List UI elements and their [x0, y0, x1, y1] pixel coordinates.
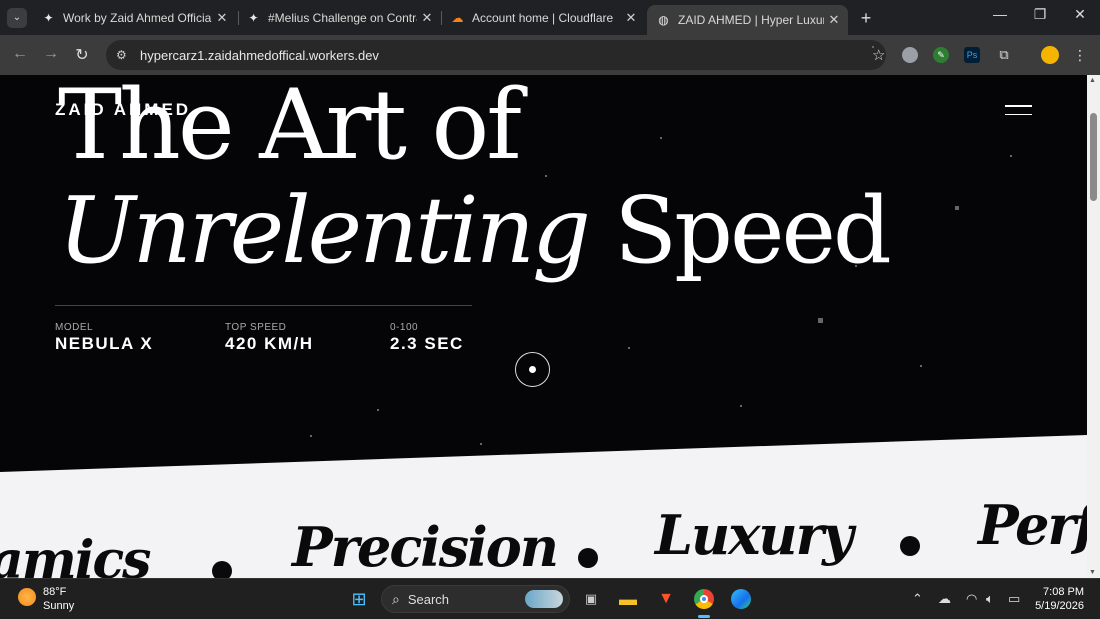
profile-avatar[interactable] [1041, 46, 1059, 64]
forward-arrow-icon[interactable]: → [41, 45, 61, 63]
system-clock[interactable]: 7:08 PM 5/19/2026 [1032, 585, 1084, 613]
weather-desc: Sunny [43, 600, 75, 612]
globe-icon: ◍ [658, 13, 669, 27]
diamond-star-icon: ✦ [43, 10, 54, 25]
marquee-word: amics [0, 530, 151, 578]
close-window-icon[interactable]: ✕ [1068, 6, 1092, 23]
close-icon[interactable]: ✕ [212, 10, 232, 26]
page-scrollbar[interactable]: ▲ ▼ [1087, 75, 1100, 578]
tab-zaid-ahmed-active[interactable]: ◍ ZAID AHMED | Hyper Luxury Au ✕ [647, 5, 848, 35]
minimize-icon[interactable]: — [988, 6, 1012, 22]
tab-title: Work by Zaid Ahmed Official [63, 10, 212, 25]
sun-icon[interactable] [18, 588, 36, 606]
marquee-word: Perf [978, 493, 1087, 557]
tab-melius-challenge[interactable]: ✦ #Melius Challenge on Contra ✕ [237, 4, 441, 31]
file-explorer-icon[interactable]: ▬ [616, 587, 640, 611]
tab-work-by-zaid[interactable]: ✦ Work by Zaid Ahmed Official ✕ [32, 4, 236, 31]
edge-icon[interactable] [729, 587, 753, 611]
back-arrow-icon[interactable]: ← [10, 45, 30, 63]
close-icon[interactable]: ✕ [621, 10, 641, 26]
tray-chevron-up-icon[interactable]: ⌃ [912, 591, 923, 607]
more-menu-icon[interactable]: ⋮ [1072, 47, 1088, 63]
extension-photoshop-icon[interactable]: Ps [964, 47, 980, 63]
scroll-thumb[interactable] [1090, 113, 1097, 201]
tab-title: #Melius Challenge on Contra [268, 10, 417, 25]
tab-search-chevron-icon[interactable]: ⌄ [7, 7, 27, 28]
chrome-icon[interactable] [692, 587, 716, 611]
extension-globe-icon[interactable] [902, 47, 918, 63]
marquee-word: Precision [292, 515, 559, 578]
spec-value: 2.3 SEC [390, 334, 464, 353]
bookmark-star-icon[interactable]: ☆ [872, 46, 885, 64]
divider [55, 305, 472, 306]
volume-icon[interactable]: 🔈︎ [986, 591, 994, 607]
spec-acceleration: 0-100 2.3 SEC [390, 322, 464, 354]
custom-cursor [515, 352, 550, 387]
windows-taskbar: 88°F Sunny ⊞ ⌕ Search ▣ ▬ ▼ ⌃ ☁ ◠ 🔈︎ ▭ 7… [0, 578, 1100, 619]
tab-title: Account home | Cloudflare [472, 10, 614, 25]
clock-time: 7:08 PM [1043, 586, 1084, 598]
spec-value: 420 KM/H [225, 334, 314, 353]
weather-temp: 88°F [43, 586, 67, 598]
browser-toolbar: ← → ↻ ⚙ hypercarz1.zaidahmedoffical.work… [0, 35, 1100, 75]
site-logo[interactable]: ZAID AHMED [55, 100, 191, 120]
tab-title: ZAID AHMED | Hyper Luxury Au [678, 13, 824, 27]
site-settings-icon[interactable]: ⚙ [116, 48, 130, 62]
brave-browser-icon[interactable]: ▼ [654, 587, 678, 611]
spec-top-speed: TOP SPEED 420 KM/H [225, 322, 314, 354]
spec-label: 0-100 [390, 322, 419, 333]
weather-widget[interactable]: 88°F Sunny [43, 585, 74, 613]
marquee-bullet [578, 548, 598, 568]
extension-translate-icon[interactable]: ✎ [933, 47, 949, 63]
extensions-puzzle-icon[interactable]: ⧉ [996, 47, 1012, 63]
task-view-icon[interactable]: ▣ [579, 587, 603, 611]
wifi-icon[interactable]: ◠ [966, 591, 977, 607]
battery-icon[interactable]: ▭ [1008, 591, 1020, 607]
spec-value: NEBULA X [55, 334, 154, 353]
search-label: Search [407, 591, 450, 607]
cloudflare-icon: ☁ [451, 10, 464, 25]
scroll-up-icon[interactable]: ▲ [1089, 77, 1096, 84]
url-text[interactable]: hypercarz1.zaidahmedoffical.workers.dev [140, 48, 379, 63]
search-icon: ⌕ [392, 590, 400, 607]
close-icon[interactable]: ✕ [824, 12, 844, 28]
hero-title-line1: The Art of [58, 75, 522, 181]
spec-model: MODEL NEBULA X [55, 322, 153, 354]
page-viewport: The Art of Unrelenting Speed ZAID AHMED … [0, 75, 1087, 578]
address-bar[interactable]: ⚙ hypercarz1.zaidahmedoffical.workers.de… [106, 40, 886, 70]
hero-title-line2: Unrelenting Speed [58, 177, 892, 284]
hero-word-speed: Speed [614, 177, 892, 284]
marquee-bullet [212, 561, 232, 578]
onedrive-icon[interactable]: ☁ [938, 591, 951, 607]
marquee-bullet [900, 536, 920, 556]
windows-start-icon[interactable]: ⊞ [347, 587, 371, 611]
taskbar-search[interactable]: ⌕ Search [381, 585, 570, 613]
search-highlight-image [525, 590, 563, 608]
close-icon[interactable]: ✕ [417, 10, 437, 26]
browser-tab-bar: ⌄ ✦ Work by Zaid Ahmed Official ✕ ✦ #Mel… [0, 0, 1100, 35]
spec-label: MODEL [55, 322, 94, 333]
tab-cloudflare[interactable]: ☁ Account home | Cloudflare ✕ [441, 4, 645, 31]
hamburger-menu-icon[interactable] [1005, 105, 1032, 117]
scroll-down-icon[interactable]: ▼ [1089, 569, 1096, 576]
diamond-star-icon: ✦ [248, 10, 259, 25]
reload-icon[interactable]: ↻ [72, 45, 92, 65]
clock-date: 5/19/2026 [1035, 600, 1084, 612]
restore-icon[interactable]: ❐ [1028, 6, 1052, 23]
new-tab-plus-icon[interactable]: + [857, 8, 875, 29]
spec-label: TOP SPEED [225, 322, 287, 333]
hero-italic-word: Unrelenting [58, 177, 591, 284]
marquee-word: Luxury [655, 503, 854, 567]
